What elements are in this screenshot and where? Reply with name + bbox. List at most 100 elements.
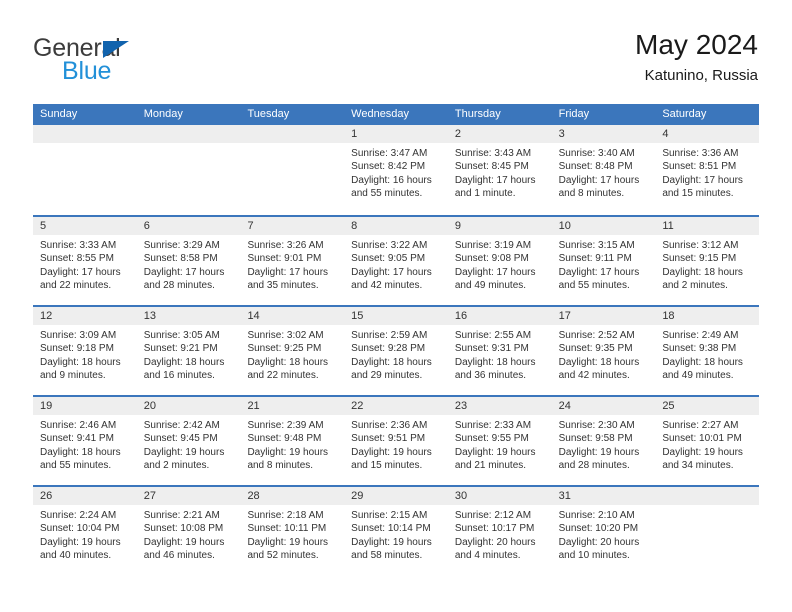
sunset-time: Sunset: 10:04 PM <box>40 523 120 535</box>
weekday-header-thursday: Thursday <box>454 108 501 120</box>
daylight-duration-line2: and 36 minutes. <box>454 370 527 382</box>
day-number <box>655 487 760 505</box>
daylight-duration-line1: Daylight: 19 hours <box>662 446 743 458</box>
daylight-duration-line2: and 28 minutes. <box>143 280 215 292</box>
sunset-time: Sunset: 9:58 PM <box>558 433 633 445</box>
daylight-duration-line2: and 1 minute. <box>454 188 516 200</box>
day-details: Sunrise: 2:46 AM Sunset: 9:41 PM Daylight:… <box>33 415 137 473</box>
day-cell[interactable]: 24 Sunrise: 2:30 AM Sunset: 9:58 PM Dayligh… <box>551 397 656 485</box>
sunset-time: Sunset: 10:01 PM <box>662 433 742 445</box>
day-cell[interactable]: 22 Sunrise: 2:36 AM Sunset: 9:51 PM Dayligh… <box>344 397 448 485</box>
day-cell[interactable]: 17 Sunrise: 2:52 AM Sunset: 9:35 PM Dayligh… <box>551 307 656 395</box>
daylight-duration-line1: Daylight: 18 hours <box>558 356 640 368</box>
day-cell[interactable]: 18 Sunrise: 2:49 AM Sunset: 9:38 PM Dayligh… <box>655 307 760 395</box>
day-cell[interactable]: 6 Sunrise: 3:29 AM Sunset: 8:58 PM Daylight… <box>136 217 241 305</box>
sunrise-time: Sunrise: 3:33 AM <box>40 240 117 251</box>
daylight-duration-line1: Daylight: 17 hours <box>40 266 121 278</box>
day-details: Sunrise: 2:24 AM Sunset: 10:04 PM Daylight… <box>33 505 137 563</box>
day-cell[interactable]: 11 Sunrise: 3:12 AM Sunset: 9:15 PM Dayligh… <box>655 217 760 305</box>
daylight-duration-line2: and 2 minutes. <box>143 460 210 472</box>
day-cell[interactable]: 27 Sunrise: 2:21 AM Sunset: 10:08 PM Daylig… <box>136 487 241 575</box>
daylight-duration-line2: and 58 minutes. <box>351 550 423 562</box>
day-cell[interactable]: 16 Sunrise: 2:55 AM Sunset: 9:31 PM Dayligh… <box>447 307 552 395</box>
daylight-duration-line2: and 35 minutes. <box>247 280 319 292</box>
daylight-duration-line1: Daylight: 17 hours <box>143 266 225 278</box>
weekday-header-saturday: Saturday <box>662 108 707 120</box>
day-cell[interactable]: 10 Sunrise: 3:15 AM Sunset: 9:11 PM Dayligh… <box>551 217 656 305</box>
day-cell[interactable]: 25 Sunrise: 2:27 AM Sunset: 10:01 PM Daylig… <box>655 397 760 485</box>
day-cell[interactable]: 1 Sunrise: 3:47 AM Sunset: 8:42 PM Daylight… <box>344 125 448 215</box>
sunrise-time: Sunrise: 3:47 AM <box>351 148 428 159</box>
weekday-header-sunday: Sunday <box>40 108 78 120</box>
logo-text-blue: Blue <box>62 57 112 85</box>
day-cell[interactable]: 2 Sunrise: 3:43 AM Sunset: 8:45 PM Daylight… <box>447 125 552 215</box>
day-number: 9 <box>447 217 552 235</box>
day-cell[interactable]: 5 Sunrise: 3:33 AM Sunset: 8:55 PM Daylight… <box>33 217 137 305</box>
day-cell[interactable]: 13 Sunrise: 3:05 AM Sunset: 9:21 PM Dayligh… <box>136 307 241 395</box>
daylight-duration-line1: Daylight: 17 hours <box>351 266 432 278</box>
day-cell[interactable]: 4 Sunrise: 3:36 AM Sunset: 8:51 PM Daylight… <box>655 125 760 215</box>
day-cell[interactable]: 15 Sunrise: 2:59 AM Sunset: 9:28 PM Dayligh… <box>344 307 448 395</box>
day-details: Sunrise: 3:33 AM Sunset: 8:55 PM Daylight:… <box>33 235 137 293</box>
day-cell[interactable]: 23 Sunrise: 2:33 AM Sunset: 9:55 PM Dayligh… <box>447 397 552 485</box>
day-cell[interactable]: 31 Sunrise: 2:10 AM Sunset: 10:20 PM Daylig… <box>551 487 656 575</box>
day-cell[interactable]: 21 Sunrise: 2:39 AM Sunset: 9:48 PM Dayligh… <box>240 397 345 485</box>
day-cell[interactable]: 26 Sunrise: 2:24 AM Sunset: 10:04 PM Daylig… <box>33 487 137 575</box>
day-details: Sunrise: 2:42 AM Sunset: 9:45 PM Daylight:… <box>137 415 241 473</box>
day-number: 13 <box>136 307 241 325</box>
daylight-duration-line1: Daylight: 19 hours <box>454 446 536 458</box>
sunrise-time: Sunrise: 2:33 AM <box>454 420 532 431</box>
day-cell[interactable]: 14 Sunrise: 3:02 AM Sunset: 9:25 PM Dayligh… <box>240 307 345 395</box>
week-row: 26 Sunrise: 2:24 AM Sunset: 10:04 PM Daylig… <box>33 485 760 575</box>
sunrise-time: Sunrise: 3:05 AM <box>143 330 220 341</box>
weekday-header-tuesday: Tuesday <box>247 108 290 120</box>
daylight-duration-line2: and 10 minutes. <box>558 550 630 562</box>
daylight-duration-line1: Daylight: 19 hours <box>558 446 640 458</box>
day-number: 11 <box>655 217 760 235</box>
day-number: 30 <box>447 487 552 505</box>
daylight-duration-line2: and 34 minutes. <box>662 460 734 472</box>
day-details: Sunrise: 2:36 AM Sunset: 9:51 PM Daylight:… <box>344 415 448 473</box>
sunrise-time: Sunrise: 2:15 AM <box>351 510 428 521</box>
day-details: Sunrise: 3:22 AM Sunset: 9:05 PM Daylight:… <box>344 235 448 293</box>
day-number: 12 <box>33 307 137 325</box>
day-cell[interactable]: 29 Sunrise: 2:15 AM Sunset: 10:14 PM Daylig… <box>344 487 448 575</box>
daylight-duration-line1: Daylight: 19 hours <box>143 536 225 548</box>
week-row: 1 Sunrise: 3:47 AM Sunset: 8:42 PM Daylight… <box>33 125 760 215</box>
day-cell[interactable]: 20 Sunrise: 2:42 AM Sunset: 9:45 PM Dayligh… <box>136 397 241 485</box>
day-cell[interactable]: 19 Sunrise: 2:46 AM Sunset: 9:41 PM Dayligh… <box>33 397 137 485</box>
day-number: 22 <box>344 397 448 415</box>
sunset-time: Sunset: 10:20 PM <box>558 523 639 535</box>
sunrise-time: Sunrise: 2:10 AM <box>558 510 635 521</box>
day-cell[interactable]: 7 Sunrise: 3:26 AM Sunset: 9:01 PM Daylight… <box>240 217 345 305</box>
sunset-time: Sunset: 9:55 PM <box>454 433 529 445</box>
daylight-duration-line2: and 42 minutes. <box>558 370 630 382</box>
daylight-duration-line2: and 15 minutes. <box>351 460 423 472</box>
day-details: Sunrise: 2:49 AM Sunset: 9:38 PM Daylight:… <box>655 325 759 383</box>
day-cell[interactable]: 12 Sunrise: 3:09 AM Sunset: 9:18 PM Dayligh… <box>33 307 137 395</box>
day-number: 31 <box>551 487 656 505</box>
day-cell[interactable]: 3 Sunrise: 3:40 AM Sunset: 8:48 PM Daylight… <box>551 125 656 215</box>
day-cell[interactable]: 8 Sunrise: 3:22 AM Sunset: 9:05 PM Daylight… <box>344 217 448 305</box>
sunrise-time: Sunrise: 2:39 AM <box>247 420 324 431</box>
day-number: 18 <box>655 307 760 325</box>
daylight-duration-line2: and 21 minutes. <box>454 460 527 472</box>
day-cell[interactable]: 28 Sunrise: 2:18 AM Sunset: 10:11 PM Daylig… <box>240 487 345 575</box>
general-blue-logo[interactable]: General Blue <box>33 34 253 90</box>
sunset-time: Sunset: 8:48 PM <box>558 161 633 173</box>
day-details: Sunrise: 3:36 AM Sunset: 8:51 PM Daylight:… <box>655 143 759 201</box>
sunrise-time: Sunrise: 3:36 AM <box>662 148 739 159</box>
daylight-duration-line1: Daylight: 19 hours <box>351 536 432 548</box>
day-number: 6 <box>136 217 241 235</box>
day-details: Sunrise: 3:26 AM Sunset: 9:01 PM Daylight:… <box>240 235 344 293</box>
sunset-time: Sunset: 8:45 PM <box>454 161 529 173</box>
sunrise-time: Sunrise: 2:36 AM <box>351 420 428 431</box>
week-row: 5 Sunrise: 3:33 AM Sunset: 8:55 PM Daylight… <box>33 215 760 305</box>
day-cell[interactable]: 30 Sunrise: 2:12 AM Sunset: 10:17 PM Daylig… <box>447 487 552 575</box>
day-details: Sunrise: 3:09 AM Sunset: 9:18 PM Daylight:… <box>33 325 137 383</box>
day-number: 2 <box>447 125 552 143</box>
day-cell[interactable]: 9 Sunrise: 3:19 AM Sunset: 9:08 PM Daylight… <box>447 217 552 305</box>
sunrise-time: Sunrise: 2:55 AM <box>454 330 532 341</box>
daylight-duration-line2: and 49 minutes. <box>454 280 527 292</box>
sunset-time: Sunset: 9:18 PM <box>40 343 114 355</box>
